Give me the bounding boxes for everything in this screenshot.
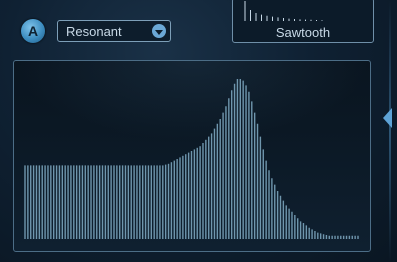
- waveform-label: Sawtooth: [275, 25, 331, 40]
- chevron-down-icon[interactable]: [152, 24, 166, 38]
- filter-type-dropdown[interactable]: Resonant: [57, 20, 171, 42]
- filter-response-display: [13, 60, 371, 252]
- harmonics-preview: [244, 1, 323, 21]
- expand-arrow-icon[interactable]: [383, 108, 392, 128]
- panel-edge-divider: [389, 0, 391, 262]
- filter-type-label: Resonant: [66, 24, 122, 39]
- frequency-response-graph: [24, 79, 359, 239]
- oscillator-waveform-display[interactable]: Sawtooth: [232, 0, 374, 43]
- filter-a-badge[interactable]: A: [21, 19, 45, 43]
